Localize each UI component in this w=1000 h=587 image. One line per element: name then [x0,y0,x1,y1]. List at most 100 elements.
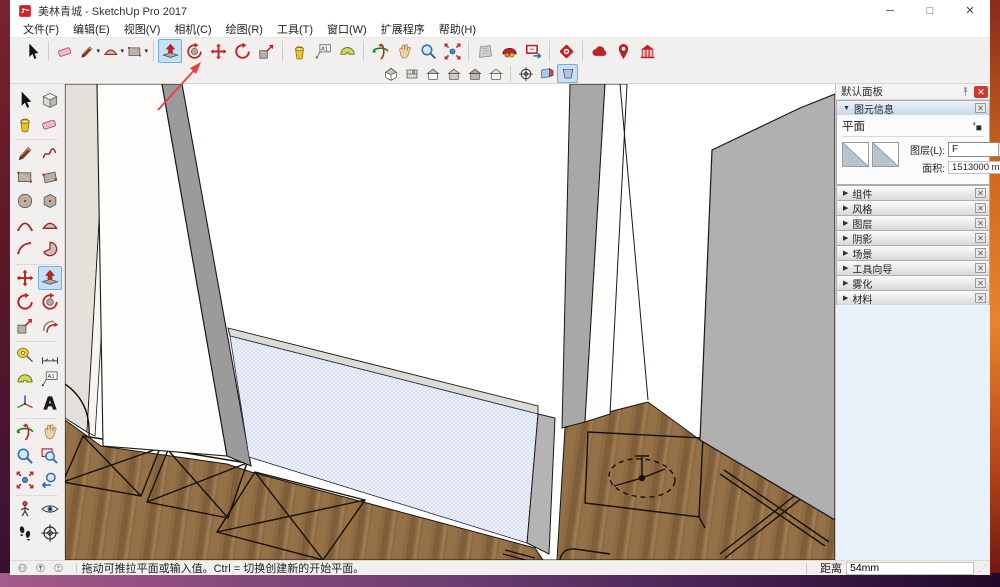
move-tool-icon[interactable] [13,266,37,290]
axes-tool-icon[interactable] [13,391,37,415]
menu-edit[interactable]: 编辑(E) [66,22,117,38]
zoom-extents-tool-icon[interactable] [440,39,464,63]
zoom-extents-tool-icon[interactable] [13,468,37,492]
right-view-icon[interactable] [443,64,464,83]
menu-camera[interactable]: 相机(C) [167,22,218,38]
entity-info-close-icon[interactable]: ✕ [975,103,986,113]
two-point-perspective-icon[interactable] [557,64,578,83]
walk-tool-icon[interactable] [13,521,37,545]
viewport-3d-scene[interactable] [65,84,835,560]
arc-tool-icon[interactable] [13,213,37,237]
menu-file[interactable]: 文件(F) [16,22,66,38]
protractor-tool-icon[interactable] [13,367,37,391]
panel-section-styles[interactable]: ▶风格✕ [836,200,990,215]
extension-warehouse-icon[interactable] [554,39,578,63]
circle-tool-icon[interactable] [13,189,37,213]
dimension-tool-icon[interactable] [38,343,62,367]
two-point-arc-tool-icon[interactable] [38,213,62,237]
paint-bucket-tool-icon[interactable] [287,39,311,63]
back-view-icon[interactable] [464,64,485,83]
pan-tool-icon[interactable] [392,39,416,63]
section-close-icon[interactable]: ✕ [975,278,986,288]
polygon-tool-icon[interactable] [38,189,62,213]
zoom-window-tool-icon[interactable] [38,444,62,468]
look-at-icon[interactable] [515,64,536,83]
follow-me-tool-icon[interactable] [182,39,206,63]
previous-view-tool-icon[interactable] [38,468,62,492]
eraser-tool-icon[interactable] [38,112,62,136]
zoom-tool-icon[interactable] [416,39,440,63]
perspective-icon[interactable] [536,64,557,83]
paint-bucket-tool-icon[interactable] [13,112,37,136]
section-close-icon[interactable]: ✕ [975,203,986,213]
text-tool-icon[interactable] [311,39,335,63]
tray-close-button[interactable]: ✕ [974,86,988,98]
position-camera-tool-icon[interactable] [13,497,37,521]
claim-credit-status-icon[interactable] [34,562,47,575]
layout-icon[interactable] [635,39,659,63]
protractor-tool-icon[interactable] [335,39,359,63]
panel-section-layers[interactable]: ▶图层✕ [836,215,990,230]
3d-warehouse-icon[interactable] [497,39,521,63]
section-close-icon[interactable]: ✕ [975,263,986,273]
front-material-swatch[interactable] [842,142,869,167]
entity-info-header[interactable]: ▼ 图元信息 ✕ [836,100,990,115]
menu-extensions[interactable]: 扩展程序 [374,22,432,38]
move-tool-icon[interactable] [206,39,230,63]
select-tool-icon[interactable] [13,88,37,112]
panel-section-components[interactable]: ▶组件✕ [836,185,990,200]
line-tool-icon[interactable] [13,141,37,165]
rectangle-tool-icon[interactable]: ▾ [125,39,149,63]
line-tool-icon[interactable]: ▾ [77,39,101,63]
menu-draw[interactable]: 绘图(R) [219,22,270,38]
rotated-rectangle-tool-icon[interactable] [38,165,62,189]
measurement-input[interactable] [846,562,974,575]
panel-section-instructor[interactable]: ▶工具向导✕ [836,260,990,275]
panel-section-shadows[interactable]: ▶阴影✕ [836,230,990,245]
share-model-icon[interactable] [521,39,545,63]
offset-tool-icon[interactable] [38,314,62,338]
make-component-icon[interactable] [38,88,62,112]
orbit-tool-icon[interactable] [13,420,37,444]
orbit-tool-icon[interactable] [368,39,392,63]
panel-section-fog[interactable]: ▶雾化✕ [836,275,990,290]
rectangle-tool-icon[interactable] [13,165,37,189]
section-close-icon[interactable]: ✕ [975,233,986,243]
minimize-button[interactable]: ─ [870,0,910,22]
pin-icon[interactable] [960,86,971,97]
pie-tool-icon[interactable] [38,237,62,261]
top-view-icon[interactable] [401,64,422,83]
menu-window[interactable]: 窗口(W) [320,22,374,38]
scale-tool-icon[interactable] [13,314,37,338]
left-view-icon[interactable] [485,64,506,83]
section-close-icon[interactable]: ✕ [975,293,986,303]
layer-select[interactable]: F ▼ [948,142,1000,157]
push-pull-tool-icon[interactable] [38,266,62,290]
section-close-icon[interactable]: ✕ [975,218,986,228]
close-button[interactable]: ✕ [950,0,990,22]
rotate-tool-icon[interactable] [230,39,254,63]
maximize-button[interactable]: □ [910,0,950,22]
arc-tool-icon[interactable]: ▾ [101,39,125,63]
section-close-icon[interactable]: ✕ [975,188,986,198]
section-close-icon[interactable]: ✕ [975,248,986,258]
panel-section-scenes[interactable]: ▶场景✕ [836,245,990,260]
zoom-tool-icon[interactable] [13,444,37,468]
freehand-tool-icon[interactable] [38,141,62,165]
menu-view[interactable]: 视图(V) [117,22,168,38]
iso-view-icon[interactable] [380,64,401,83]
eraser-tool-icon[interactable] [53,39,77,63]
model-info-icon[interactable] [473,39,497,63]
geolocation-status-icon[interactable] [16,562,29,575]
three-point-arc-tool-icon[interactable] [13,237,37,261]
3d-text-tool-icon[interactable] [38,391,62,415]
select-tool-icon[interactable] [20,39,44,63]
section-plane-tool-icon[interactable] [38,521,62,545]
sign-in-status-icon[interactable] [52,562,65,575]
panel-section-materials[interactable]: ▶材料✕ [836,290,990,305]
tape-measure-tool-icon[interactable] [13,343,37,367]
follow-me-tool-icon[interactable] [38,290,62,314]
scale-tool-icon[interactable] [254,39,278,63]
add-location-icon[interactable] [611,39,635,63]
pan-tool-icon[interactable] [38,420,62,444]
